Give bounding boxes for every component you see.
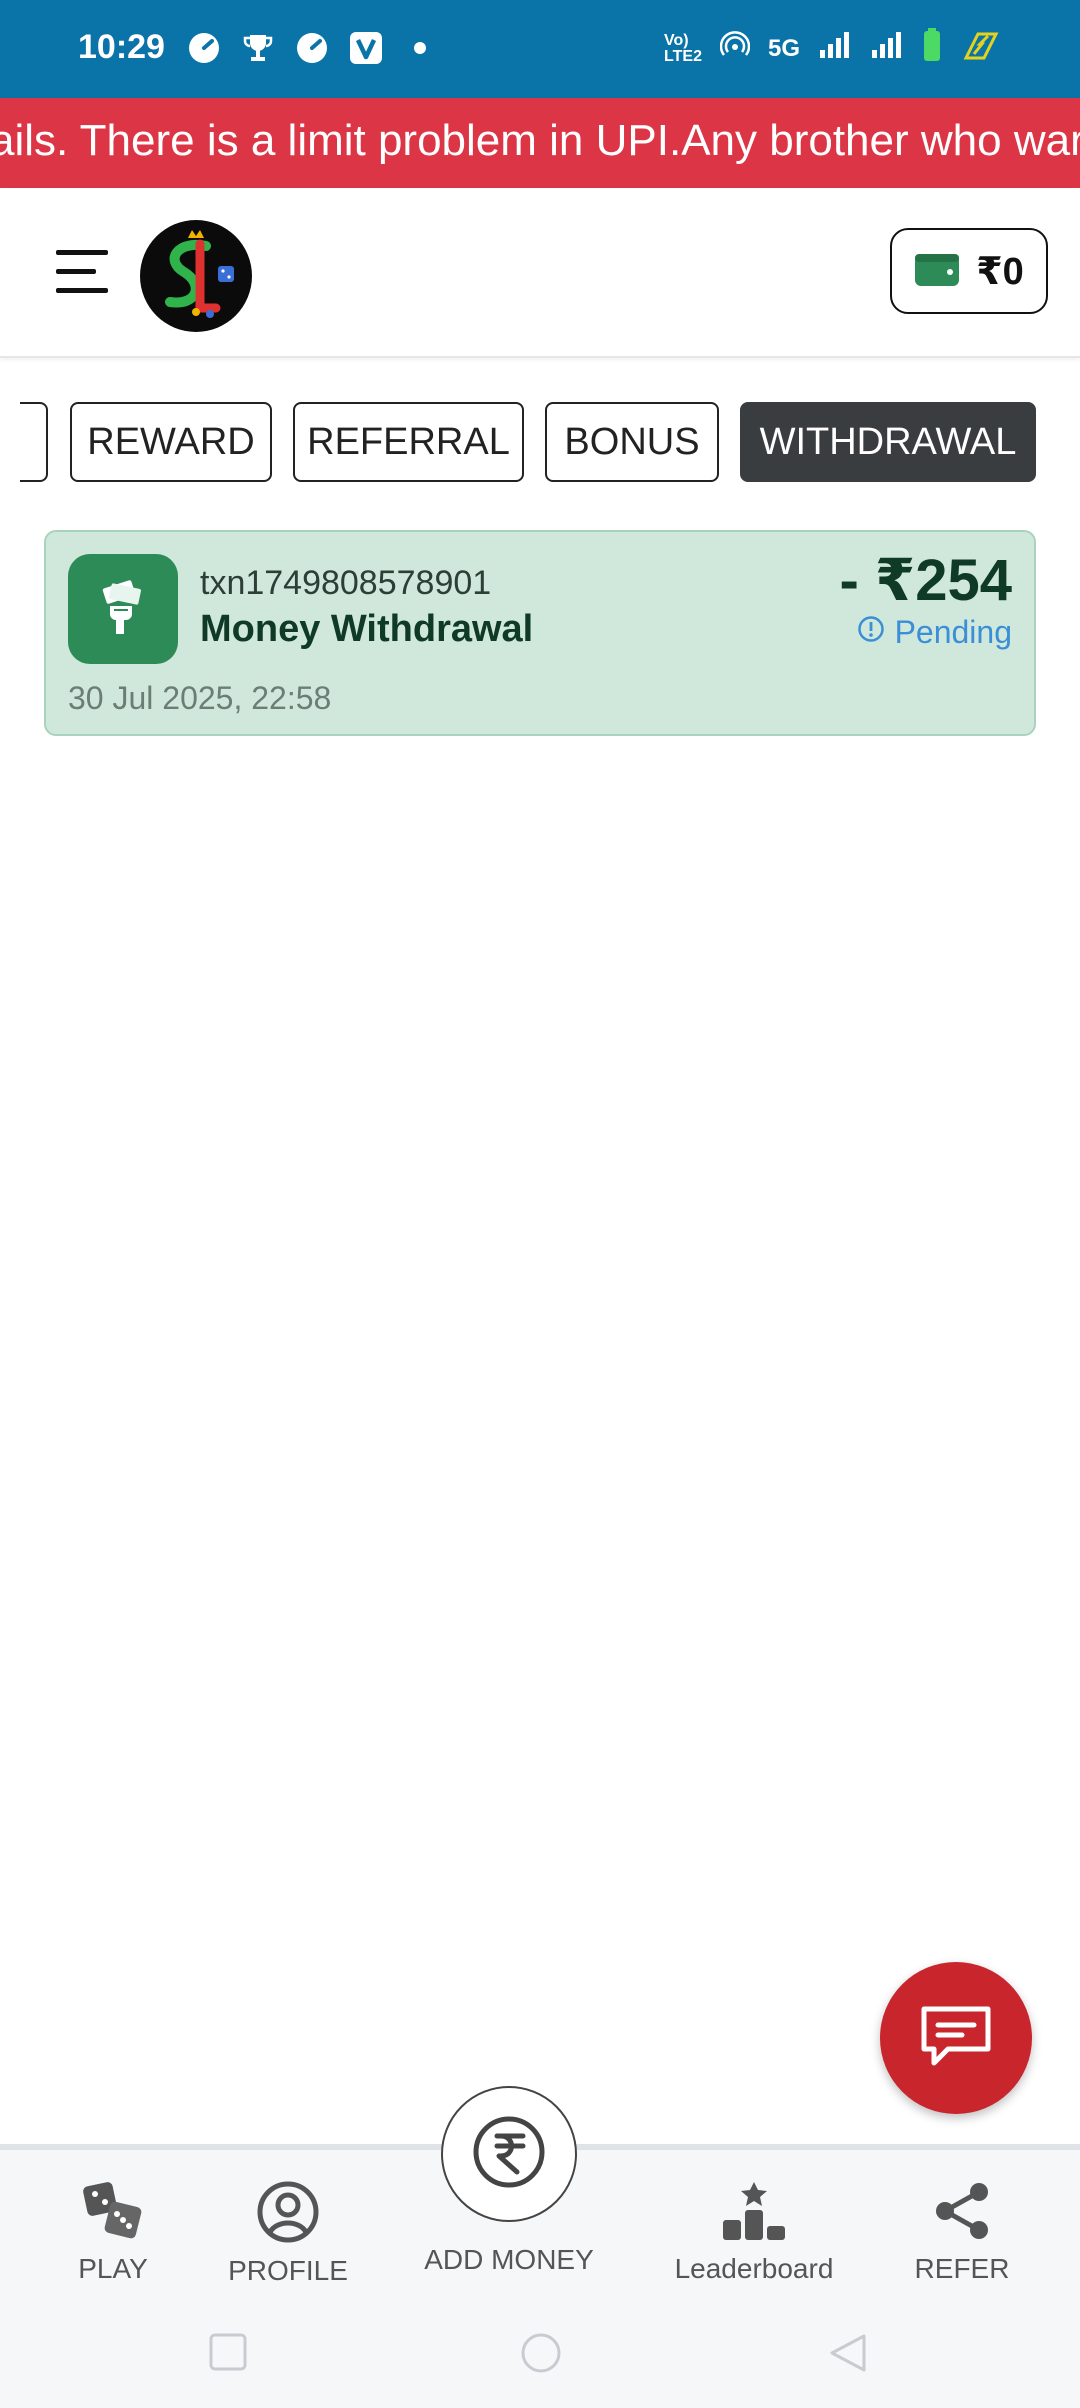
status-label: Pending [894, 614, 1012, 650]
system-status-icons: Vo) LTE2 5G [664, 28, 1000, 69]
wallet-amount: ₹0 [976, 250, 1024, 293]
hamburger-menu-button[interactable] [56, 250, 108, 294]
status-bar: 10:29 Vo) LTE2 5G [0, 0, 1080, 98]
recent-apps-icon[interactable] [208, 2332, 248, 2377]
nav-add-money-label: ADD MONEY [424, 2244, 594, 2275]
chat-bubble-icon [918, 2003, 994, 2074]
tab-referral[interactable]: REFERRAL [293, 402, 524, 482]
transaction-status: Pending [857, 614, 1012, 651]
battery-icon [922, 28, 942, 69]
wallet-balance-button[interactable]: ₹0 [890, 228, 1048, 314]
hotspot-icon [719, 30, 751, 67]
menu-line [56, 250, 108, 255]
tab-reward[interactable]: REWARD [70, 402, 272, 482]
podium-icon [719, 2180, 789, 2247]
nav-profile[interactable]: PROFILE [218, 2150, 358, 2300]
trophy-icon [240, 30, 276, 66]
app-header: ₹0 [0, 188, 1080, 358]
transaction-card[interactable]: txn1749808578901 Money Withdrawal 30 Jul… [44, 530, 1036, 736]
notification-icons [186, 30, 426, 66]
charging-icon [960, 30, 1000, 67]
money-withdrawal-icon [68, 554, 178, 664]
system-navigation-bar [0, 2294, 1080, 2408]
announcement-text: ails. There is a limit problem in UPI.An… [0, 116, 1080, 165]
info-circle-icon [857, 614, 885, 651]
add-money-button[interactable] [441, 2086, 577, 2222]
nav-profile-label: PROFILE [228, 2255, 348, 2286]
nav-play-label: PLAY [78, 2253, 148, 2284]
nav-leaderboard[interactable]: Leaderboard [668, 2150, 840, 2300]
nav-refer[interactable]: REFER [900, 2150, 1024, 2300]
back-icon[interactable] [828, 2332, 868, 2379]
volte-icon: Vo) LTE2 [664, 31, 702, 65]
network-type-label: 5G [767, 34, 800, 62]
home-icon[interactable] [520, 2332, 562, 2379]
nav-play[interactable]: PLAY [58, 2150, 168, 2300]
speedometer-icon [186, 30, 222, 66]
transaction-date: 30 Jul 2025, 22:58 [68, 680, 332, 716]
transaction-amount: - ₹254 [839, 548, 1012, 613]
nav-refer-label: REFER [914, 2253, 1010, 2284]
signal-strength-icon [870, 30, 904, 67]
signal-strength-icon [818, 30, 852, 67]
share-icon [931, 2180, 993, 2247]
user-circle-icon [256, 2180, 320, 2249]
chat-support-button[interactable] [880, 1962, 1032, 2114]
transaction-id: txn1749808578901 [200, 564, 492, 602]
dice-icon [81, 2180, 145, 2247]
wallet-icon [914, 250, 960, 293]
tab-bonus[interactable]: BONUS [545, 402, 719, 482]
speedometer-icon [294, 30, 330, 66]
nav-leaderboard-label: Leaderboard [674, 2253, 834, 2284]
app-logo[interactable] [140, 220, 252, 332]
transaction-title: Money Withdrawal [200, 608, 534, 650]
announcement-marquee: ails. There is a limit problem in UPI.An… [0, 98, 1080, 188]
menu-line [56, 269, 96, 274]
tab-partial-hidden[interactable] [20, 402, 48, 482]
status-time: 10:29 [78, 28, 165, 66]
menu-line [56, 288, 108, 293]
tab-withdrawal[interactable]: WITHDRAWAL [740, 402, 1036, 482]
transaction-filter-tabs: REWARD REFERRAL BONUS WITHDRAWAL [0, 402, 1080, 486]
v-app-icon [348, 30, 384, 66]
more-notifications-dot-icon [414, 42, 426, 54]
rupee-circle-icon [471, 2114, 547, 2195]
